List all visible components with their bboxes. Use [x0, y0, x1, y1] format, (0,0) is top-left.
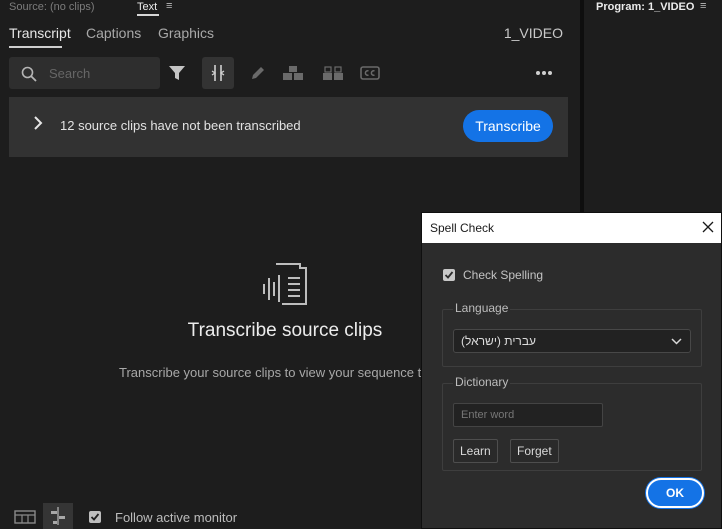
notice-message: 12 source clips have not been transcribe… [60, 118, 301, 133]
follow-monitor-label: Follow active monitor [115, 510, 238, 525]
check-spelling-label: Check Spelling [463, 268, 544, 282]
tab-captions[interactable]: Captions [86, 25, 141, 41]
close-icon[interactable] [701, 220, 715, 234]
empty-state-description: Transcribe your source clips to view you… [119, 365, 447, 380]
text-subtabs: Transcript Captions Graphics 1_VIDEO [0, 22, 580, 50]
check-spelling-checkbox[interactable] [443, 269, 455, 281]
search-icon [21, 66, 37, 82]
timeline-view-button[interactable] [43, 503, 73, 529]
more-options-button[interactable] [528, 57, 560, 89]
dialog-titlebar[interactable]: Spell Check [422, 213, 721, 243]
transcribe-button[interactable]: Transcribe [463, 110, 553, 142]
search-box [9, 57, 160, 89]
language-select[interactable]: עברית (ישראל) [453, 329, 691, 353]
program-menu-icon[interactable]: ≡ [700, 0, 706, 12]
active-tab-indicator [137, 14, 159, 16]
spell-check-dialog: Spell Check Check Spelling Language עברי… [421, 212, 722, 529]
chevron-down-icon [671, 338, 682, 345]
filmstrip-icon [14, 510, 36, 524]
ok-button[interactable]: OK [646, 478, 704, 508]
merge-segments-button[interactable] [277, 57, 309, 89]
program-monitor-tab[interactable]: Program: 1_VIDEO [596, 1, 694, 13]
dialog-title: Spell Check [430, 221, 495, 235]
sequence-name: 1_VIDEO [503, 25, 563, 41]
merge-icon [283, 66, 303, 80]
tab-graphics[interactable]: Graphics [158, 25, 214, 41]
checkmark-icon [90, 513, 100, 521]
filter-icon [169, 66, 185, 80]
dictionary-word-input[interactable] [453, 403, 603, 427]
language-selected-value: עברית (ישראל) [461, 334, 537, 348]
subtab-active-indicator [9, 46, 62, 48]
split-segment-button[interactable] [202, 57, 234, 89]
split-button[interactable] [317, 57, 349, 89]
learn-button[interactable]: Learn [453, 439, 498, 463]
language-legend: Language [453, 301, 511, 315]
transcript-view-button[interactable] [10, 503, 40, 529]
forget-button[interactable]: Forget [510, 439, 559, 463]
transcript-toolbar [0, 56, 580, 90]
create-captions-button[interactable] [354, 57, 386, 89]
edit-button[interactable] [242, 57, 274, 89]
split-segment-icon [211, 65, 225, 81]
dictionary-group: Dictionary Learn Forget [442, 375, 702, 471]
text-panel-tab[interactable]: Text [137, 1, 157, 13]
filter-button[interactable] [161, 57, 193, 89]
tab-transcript[interactable]: Transcript [9, 25, 71, 41]
split-icon [323, 66, 343, 80]
dictionary-legend: Dictionary [453, 375, 511, 389]
pencil-icon [252, 67, 264, 79]
transcript-icon [263, 263, 307, 305]
checkmark-icon [444, 271, 454, 279]
transcription-notice: 12 source clips have not been transcribe… [9, 97, 568, 157]
panel-tab-row: Source: (no clips) Text ≡ [0, 0, 580, 16]
source-panel-tab[interactable]: Source: (no clips) [9, 1, 95, 13]
panel-menu-icon[interactable]: ≡ [166, 0, 172, 12]
chevron-right-icon[interactable] [33, 116, 43, 130]
timeline-icon [51, 507, 65, 525]
follow-monitor-checkbox[interactable] [89, 511, 101, 523]
search-input[interactable] [49, 57, 154, 89]
more-icon [536, 71, 552, 75]
closed-captions-icon [360, 66, 380, 80]
language-group: Language עברית (ישראל) [442, 301, 702, 367]
